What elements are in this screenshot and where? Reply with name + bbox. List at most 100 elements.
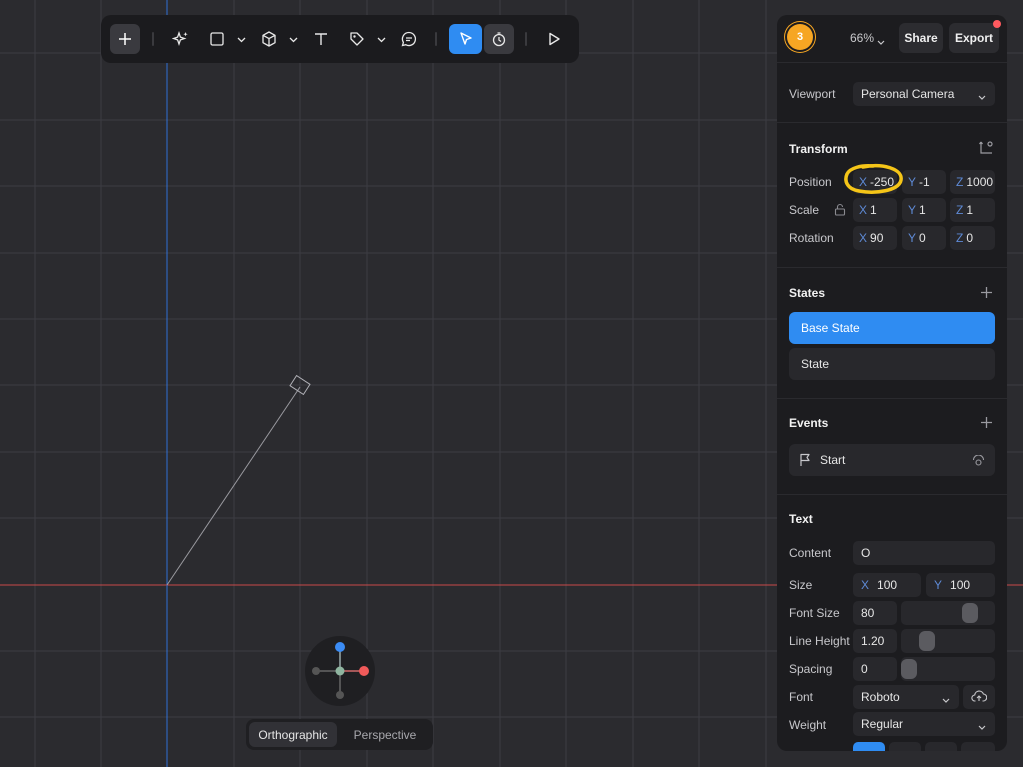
chevron-down-icon (978, 720, 986, 734)
shape-3d-tool-dropdown[interactable] (287, 24, 299, 54)
avatar[interactable]: 3 (787, 24, 813, 50)
share-button[interactable]: Share (899, 23, 943, 53)
align-justify-button[interactable] (961, 742, 995, 751)
add-button[interactable] (110, 24, 140, 54)
chevron-down-icon (978, 90, 986, 104)
pen-icon (348, 30, 366, 48)
cloud-upload-icon (971, 689, 988, 705)
divider (777, 122, 1007, 123)
toolbar-divider (152, 32, 154, 46)
view-mode-switch: Orthographic Perspective (246, 719, 433, 750)
chevron-down-icon (377, 30, 386, 48)
scale-y-field[interactable]: Y1 (902, 198, 946, 222)
select-tool-button[interactable] (449, 24, 482, 54)
position-label: Position (789, 175, 832, 189)
tab-orthographic[interactable]: Orthographic (249, 722, 337, 747)
size-label: Size (789, 578, 813, 592)
align-right-button[interactable] (925, 742, 957, 751)
cube-icon (260, 30, 278, 48)
add-state-button[interactable] (980, 286, 993, 304)
gizmo-y-axis (335, 642, 345, 652)
properties-panel: 3 66% Share Export Viewport Personal Cam… (777, 15, 1007, 751)
chevron-down-icon (877, 33, 885, 51)
play-button[interactable] (539, 24, 569, 54)
line-height-input[interactable]: 1.20 (853, 629, 897, 653)
event-trigger-icon[interactable] (972, 454, 985, 472)
comment-icon (400, 30, 418, 48)
text-tool-button[interactable] (306, 24, 336, 54)
slider-knob[interactable] (962, 603, 978, 623)
axis-gizmo[interactable] (305, 636, 375, 706)
spacing-input[interactable]: 0 (853, 657, 897, 681)
spacing-slider[interactable] (901, 657, 995, 681)
font-label: Font (789, 690, 814, 704)
viewport-value: Personal Camera (861, 87, 955, 101)
weight-select[interactable]: Regular (853, 712, 995, 736)
font-size-label: Font Size (789, 606, 840, 620)
gizmo-x-axis (359, 666, 369, 676)
gizmo-center (335, 666, 345, 676)
text-title: Text (789, 512, 813, 526)
font-size-input[interactable]: 80 (853, 601, 897, 625)
pen-tool-dropdown[interactable] (375, 24, 387, 54)
tab-perspective[interactable]: Perspective (341, 722, 429, 747)
events-title: Events (789, 416, 829, 430)
chevron-down-icon (289, 30, 298, 48)
toolbar-divider (435, 32, 437, 46)
pen-tool-button[interactable] (342, 24, 372, 54)
font-select[interactable]: Roboto (853, 685, 959, 709)
transform-title: Transform (789, 142, 848, 156)
timer-tool-button[interactable] (484, 24, 514, 54)
position-z-field[interactable]: Z 1000 (950, 170, 995, 194)
sparkle-icon (172, 30, 190, 48)
align-left-button[interactable] (853, 742, 885, 751)
rotation-y-field[interactable]: Y0 (902, 226, 946, 250)
chevron-down-icon (237, 30, 246, 48)
chevron-down-icon (942, 693, 950, 707)
toolbar-divider (525, 32, 527, 46)
viewport-select[interactable]: Personal Camera (853, 82, 995, 106)
rotation-x-field[interactable]: X 90 (853, 226, 897, 250)
transform-origin-icon[interactable] (978, 140, 994, 161)
divider (777, 267, 1007, 268)
ai-tool-button[interactable] (166, 24, 196, 54)
flag-icon (799, 453, 811, 472)
event-item-start[interactable]: Start (789, 444, 995, 476)
divider (777, 398, 1007, 399)
shape-3d-tool-button[interactable] (254, 24, 284, 54)
scale-x-field[interactable]: X1 (853, 198, 897, 222)
pointer-icon (458, 31, 474, 47)
zoom-level[interactable]: 66% (850, 31, 874, 45)
plus-icon (118, 32, 132, 46)
viewport-label: Viewport (789, 87, 836, 101)
content-label: Content (789, 546, 832, 560)
size-y-field[interactable]: Y 100 (926, 573, 995, 597)
slider-knob[interactable] (919, 631, 935, 651)
comment-tool-button[interactable] (394, 24, 424, 54)
weight-label: Weight (789, 718, 827, 732)
hand-icon (491, 31, 507, 47)
state-item-base[interactable]: Base State (789, 312, 995, 344)
spacing-label: Spacing (789, 662, 833, 676)
slider-knob[interactable] (901, 659, 917, 679)
unlock-icon[interactable] (834, 203, 846, 221)
add-event-button[interactable] (980, 416, 993, 434)
content-input[interactable]: O (853, 541, 995, 565)
scale-z-field[interactable]: Z1 (950, 198, 995, 222)
state-item[interactable]: State (789, 348, 995, 380)
rectangle-tool-dropdown[interactable] (235, 24, 247, 54)
size-x-field[interactable]: X 100 (853, 573, 921, 597)
upload-font-button[interactable] (963, 685, 995, 709)
states-title: States (789, 286, 826, 300)
rotation-z-field[interactable]: Z0 (950, 226, 995, 250)
play-icon (546, 31, 562, 47)
export-button[interactable]: Export (949, 23, 999, 53)
main-toolbar (101, 15, 579, 63)
position-y-field[interactable]: Y -1 (902, 170, 946, 194)
font-size-slider[interactable] (901, 601, 995, 625)
line-height-slider[interactable] (901, 629, 995, 653)
rectangle-tool-button[interactable] (202, 24, 232, 54)
divider (777, 494, 1007, 495)
scale-label: Scale (789, 203, 820, 217)
align-center-button[interactable] (889, 742, 921, 751)
